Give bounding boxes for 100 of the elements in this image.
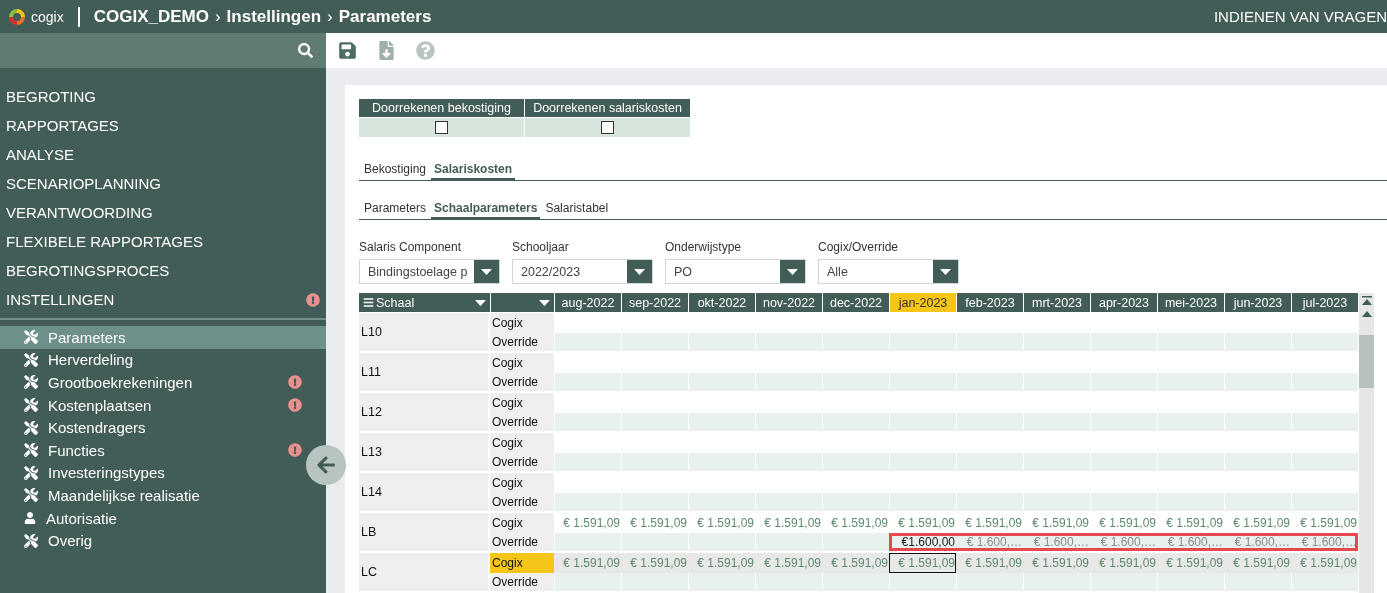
breadcrumb-separator: › (214, 6, 221, 27)
user-icon (24, 512, 36, 525)
scroll-thumb[interactable] (1359, 335, 1374, 388)
value-cell-text: € 1.591,09 (562, 515, 621, 532)
tools-icon (24, 443, 38, 458)
value-cell-text: € 1.591,09 (964, 555, 1023, 572)
tab[interactable]: Bekostiging (361, 159, 430, 180)
tab[interactable]: Salariskosten (431, 159, 516, 180)
divider (77, 6, 80, 27)
value-cell-text: € 1.600,… (1300, 534, 1358, 551)
value-cell-text: € 1.591,09 (830, 555, 889, 572)
column-header[interactable]: mei-2023 (1158, 293, 1224, 312)
value-cell-text: € 1.591,09 (562, 555, 621, 572)
tab[interactable]: Parameters (361, 198, 430, 219)
breadcrumb-item[interactable]: Parameters (338, 6, 432, 27)
brand-name: cogix (31, 8, 64, 25)
submenu-label: Grootboekrekeningen (48, 374, 194, 391)
row-label: Override (490, 453, 554, 471)
row-label: Override (490, 493, 554, 511)
column-header[interactable]: jul-2023 (1292, 293, 1358, 312)
column-header[interactable]: mrt-2023 (1024, 293, 1090, 312)
tools-icon (24, 465, 38, 480)
submenu-item[interactable]: Herverdeling (0, 348, 304, 372)
dropdown[interactable]: 2022/2023 (512, 259, 653, 284)
filter-label: Salaris Component (359, 240, 463, 254)
menu-item[interactable]: SCENARIOPLANNING (0, 169, 326, 198)
dropdown[interactable]: Alle (818, 259, 959, 284)
menu-item[interactable]: RAPPORTAGES (0, 111, 326, 140)
value-cell-text: €1.600,00 (900, 534, 956, 551)
column-header[interactable] (491, 293, 554, 312)
submenu-item[interactable]: Overig (0, 529, 304, 552)
menu-label: SCENARIOPLANNING (6, 175, 162, 192)
row-header: LC (359, 553, 490, 591)
search-icon[interactable] (298, 43, 313, 58)
column-header[interactable]: aug-2022 (555, 293, 621, 312)
value-cell-text: € 1.591,09 (629, 555, 688, 572)
value-cell-text: € 1.591,09 (763, 515, 822, 532)
tab[interactable]: Schaalparameters (431, 198, 541, 219)
row-header: L12 (359, 393, 490, 431)
submenu-item[interactable]: Autorisatie (0, 506, 304, 530)
scrollbar[interactable] (1359, 293, 1374, 593)
value-cell-text: € 1.591,09 (1098, 515, 1157, 532)
column-header[interactable]: apr-2023 (1091, 293, 1157, 312)
menu-item[interactable]: ANALYSE (0, 140, 326, 169)
value-cell-text: € 1.591,09 (1098, 555, 1157, 572)
save-icon[interactable] (338, 41, 357, 60)
menu-item[interactable]: BEGROTINGSPROCES (0, 256, 326, 285)
submenu-item[interactable]: Maandelijkse realisatie (0, 484, 304, 507)
submenu-item[interactable]: Functies (0, 438, 304, 462)
column-header[interactable]: Schaal (359, 293, 490, 312)
collapse-button[interactable] (306, 445, 346, 485)
breadcrumb-item[interactable]: COGIX_DEMO (93, 6, 209, 27)
menu-label: BEGROTING (6, 88, 96, 105)
submenu-item[interactable]: Kostendragers (0, 416, 304, 439)
row-header: L13 (359, 433, 490, 471)
row-header: L14 (359, 473, 490, 511)
submenu-label: Investeringstypes (48, 464, 166, 482)
row-header: L11 (359, 353, 490, 391)
column-header[interactable]: jan-2023 (890, 293, 956, 312)
value-cell-text: € 1.591,09 (696, 515, 755, 532)
value-cell-text: € 1.591,09 (1299, 515, 1358, 532)
caret-icon (940, 268, 951, 275)
column-header[interactable]: nov-2022 (756, 293, 822, 312)
submenu-label: Parameters (48, 328, 127, 346)
column-header[interactable]: okt-2022 (689, 293, 755, 312)
tab[interactable]: Salaristabel (542, 198, 612, 219)
filter-label: Cogix/Override (818, 240, 900, 254)
scroll-top-icon[interactable] (1361, 296, 1372, 306)
header-link[interactable]: INDIENEN VAN VRAGEN (1213, 8, 1387, 25)
column-header[interactable]: dec-2022 (823, 293, 889, 312)
caret-icon (787, 268, 798, 275)
scroll-up-icon[interactable] (1361, 309, 1372, 319)
column-header[interactable]: feb-2023 (957, 293, 1023, 312)
row-label: Cogix (490, 433, 554, 453)
menu-item[interactable]: BEGROTING (0, 82, 326, 111)
menu-item[interactable]: INSTELLINGEN (0, 285, 326, 314)
arrow-left-icon (316, 455, 336, 475)
menu-label: RAPPORTAGES (6, 117, 119, 134)
checkbox[interactable] (435, 121, 448, 134)
submenu-item[interactable]: Investeringstypes (0, 461, 304, 485)
submenu-item[interactable]: Kostenplaatsen (0, 393, 304, 417)
submenu-label: Kostenplaatsen (48, 396, 153, 414)
column-header[interactable]: sep-2022 (622, 293, 688, 312)
row-label: Override (490, 573, 554, 591)
value-cell-text: € 1.591,09 (1232, 555, 1291, 572)
column-header[interactable]: jun-2023 (1225, 293, 1291, 312)
breadcrumb-item[interactable]: Instellingen (226, 6, 322, 27)
dropdown[interactable]: PO (665, 259, 806, 284)
menu-item[interactable]: FLEXIBELE RAPPORTAGES (0, 227, 326, 256)
submenu-label: Herverdeling (48, 351, 135, 369)
value-cell-text: € 1.591,09 (763, 555, 822, 572)
caret-icon (481, 268, 492, 275)
tools-icon (24, 375, 38, 390)
caret-icon (634, 268, 645, 275)
tools-icon (24, 533, 38, 548)
checkbox[interactable] (601, 121, 614, 134)
dropdown[interactable]: Bindingstoelage p (359, 259, 500, 284)
submenu-item[interactable]: Grootboekrekeningen (0, 371, 304, 394)
menu-label: INSTELLINGEN (6, 291, 115, 308)
menu-item[interactable]: VERANTWOORDING (0, 198, 326, 227)
